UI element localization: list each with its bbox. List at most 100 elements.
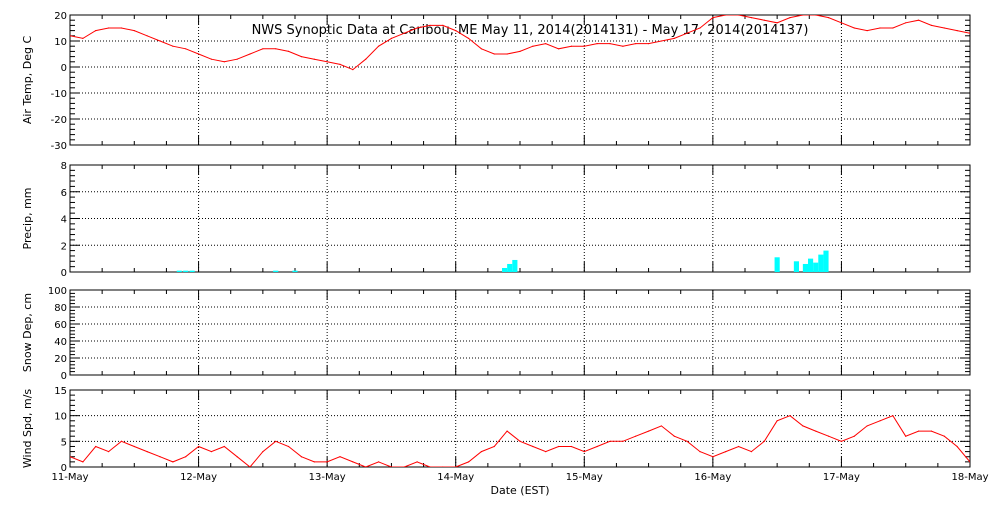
x-tick-label: 14-May (437, 472, 474, 483)
data-point (146, 35, 148, 37)
data-point (326, 61, 328, 63)
x-tick-labels: 11-May 12-May 13-May 14-May 15-May 16-May 17-M… (51, 472, 988, 483)
data-point (519, 50, 521, 53)
chart-panels: 20100-10-20-30Air Temp, Deg C86420Precip… (21, 11, 971, 474)
data-point (712, 456, 714, 458)
data-point (82, 37, 84, 40)
data-point (622, 45, 624, 47)
data-point (673, 435, 675, 437)
x-tick-label: 12-May (180, 472, 217, 483)
data-point (789, 17, 791, 19)
data-point (467, 37, 470, 40)
data-point (107, 27, 110, 29)
data-point (300, 456, 303, 458)
data-point (609, 440, 611, 442)
data-point (930, 24, 933, 26)
data-point (480, 48, 483, 50)
y-tick-label: 40 (54, 337, 67, 348)
data-point (943, 27, 945, 29)
data-point (763, 19, 765, 21)
panel-precip: 8 6 4 2 0 Precip, mm (21, 161, 971, 279)
data-point (596, 445, 598, 448)
data-point (172, 45, 174, 47)
data-point (866, 30, 868, 32)
precip-bar (176, 270, 182, 272)
data-point (750, 17, 753, 19)
y-axis-label-precip: Precip, mm (21, 188, 34, 250)
data-point (802, 425, 804, 427)
y-tick-label: 60 (54, 320, 67, 331)
data-point (635, 43, 637, 45)
data-point (660, 425, 663, 427)
data-point (95, 30, 97, 32)
precip-bar (823, 250, 829, 272)
data-point (545, 43, 547, 45)
data-point (545, 451, 547, 453)
data-point (236, 58, 238, 60)
data-point (892, 415, 894, 417)
data-point (557, 48, 560, 50)
data-point (557, 445, 560, 448)
data-point (172, 461, 174, 463)
data-point (287, 445, 290, 448)
y-tick-label: 4 (61, 215, 67, 226)
data-point (776, 420, 778, 422)
precip-bar (818, 254, 824, 272)
data-point (339, 456, 341, 458)
data-point (892, 27, 894, 29)
data-point (583, 451, 585, 453)
data-point (326, 461, 328, 463)
data-point (185, 48, 187, 50)
data-point (480, 451, 483, 453)
y-tick-label: 6 (61, 188, 67, 199)
data-point (917, 19, 920, 21)
precip-bar (802, 263, 808, 272)
data-point (879, 27, 881, 29)
y-tick-label: 20 (54, 11, 67, 22)
data-point (827, 17, 830, 19)
data-point (583, 45, 585, 47)
data-point (313, 461, 315, 463)
chart-page: NWS Synoptic Data at Caribou, ME May 11,… (0, 0, 1000, 500)
y-axis-label-wind: Wind Spd, m/s (21, 389, 34, 469)
data-point (95, 445, 97, 448)
data-point (917, 430, 920, 432)
panel-wind: 151050Wind Spd, m/s (21, 386, 971, 474)
data-point (339, 63, 341, 65)
y-tick-label: -10 (51, 89, 67, 100)
data-point (763, 440, 765, 442)
data-point (159, 456, 161, 458)
data-point (647, 43, 650, 45)
precip-bar (793, 261, 799, 272)
data-point (686, 32, 688, 34)
precip-bar (507, 263, 513, 272)
data-point (197, 53, 200, 55)
data-point (313, 58, 315, 60)
data-point (210, 58, 213, 60)
y-tick-label: 100 (48, 286, 67, 297)
data-point (815, 430, 817, 432)
data-point (493, 445, 495, 448)
y-tick-label: 15 (54, 386, 67, 397)
data-point (699, 451, 701, 453)
y-axis-label-snow: Snow Dep, cm (21, 293, 34, 372)
data-point (197, 445, 200, 448)
data-point (609, 43, 611, 45)
data-point (275, 48, 277, 50)
x-tick-label: 16-May (694, 472, 731, 483)
data-point (493, 53, 495, 55)
data-point (866, 425, 868, 427)
precip-bar (512, 259, 518, 272)
y-tick-label: -30 (51, 141, 67, 152)
data-point (750, 451, 753, 453)
y-tick-label: 0 (61, 63, 67, 74)
data-point (532, 445, 534, 448)
data-point (840, 22, 843, 24)
data-point (249, 53, 251, 55)
data-point (185, 456, 187, 458)
data-point (120, 27, 123, 29)
x-tick-label: 17-May (823, 472, 860, 483)
synoptic-chart: NWS Synoptic Data at Caribou, ME May 11,… (21, 11, 989, 497)
precip-bar (774, 257, 780, 272)
data-point (570, 445, 573, 448)
